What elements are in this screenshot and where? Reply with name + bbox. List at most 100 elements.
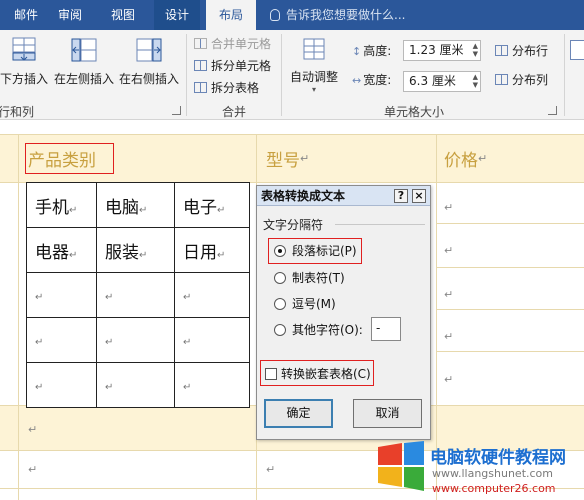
table-row: ↵ ↵ ↵ xyxy=(26,362,250,408)
insert-left-icon xyxy=(71,38,97,62)
radio-comma[interactable]: 逗号(M) xyxy=(274,296,336,312)
merge-cells-label: 合并单元格 xyxy=(211,37,272,51)
tab-review[interactable]: 审阅 xyxy=(50,0,90,30)
cell-size-launcher-icon[interactable] xyxy=(548,106,557,115)
nested-table: 手机↵ 电脑↵ 电子↵ 电器↵ 服装↵ 日用↵ ↵ ↵ ↵ ↵ ↵ ↵ ↵ ↵ … xyxy=(26,182,250,408)
insert-below-button[interactable]: 下方插入 xyxy=(0,36,52,87)
width-input[interactable]: 6.3 厘米 ▲ ▼ xyxy=(403,71,481,92)
table-border xyxy=(436,267,584,268)
radio-unselected-icon xyxy=(274,272,286,284)
insert-right-icon xyxy=(136,38,162,62)
radio-label: 逗号(M) xyxy=(292,297,336,311)
split-table-button[interactable]: 拆分表格 xyxy=(194,78,259,98)
table-row: 电器↵ 服装↵ 日用↵ xyxy=(26,227,250,273)
autofit-button[interactable]: 自动调整 ▾ xyxy=(286,36,342,94)
table-cell[interactable]: ↵ xyxy=(174,272,250,318)
table-cell[interactable]: ↵ xyxy=(96,272,175,318)
ok-button[interactable]: 确定 xyxy=(264,399,333,428)
paragraph-mark: ↵ xyxy=(105,337,114,348)
table-cell[interactable]: 服装↵ xyxy=(96,227,175,273)
rows-cols-launcher-icon[interactable] xyxy=(172,106,181,115)
autofit-icon xyxy=(303,38,325,60)
height-spinner-icon[interactable]: ▲ ▼ xyxy=(473,42,478,58)
paragraph-mark: ↵ xyxy=(444,201,454,214)
cell-text: 日用 xyxy=(183,242,217,263)
radio-tab[interactable]: 制表符(T) xyxy=(274,270,345,286)
table-cell[interactable]: ↵ xyxy=(174,317,250,363)
height-input[interactable]: 1.23 厘米 ▲ ▼ xyxy=(403,40,481,61)
header-cell-price[interactable]: 价格 xyxy=(444,146,478,171)
group-label-cell-size: 单元格大小 xyxy=(384,105,445,119)
tell-me-search[interactable]: 告诉我您想要做什么... xyxy=(270,0,405,30)
group-divider xyxy=(335,224,425,225)
table-cell[interactable]: ↵ xyxy=(26,362,97,408)
table-cell[interactable]: ↵ xyxy=(26,317,97,363)
table-cell[interactable]: ↵ xyxy=(26,272,97,318)
convert-table-to-text-dialog: 表格转换成文本 ? × 文字分隔符 段落标记(P) 制表符(T) 逗号(M) 其… xyxy=(256,185,431,440)
separator-group-label: 文字分隔符 xyxy=(263,218,324,232)
radio-paragraph-mark[interactable]: 段落标记(P) xyxy=(274,243,357,259)
split-cells-label: 拆分单元格 xyxy=(211,59,272,73)
split-cells-button[interactable]: 拆分单元格 xyxy=(194,56,271,76)
watermark-url: www.computer26.com xyxy=(432,482,556,495)
ribbon-separator xyxy=(564,34,565,116)
table-cell[interactable]: 电脑↵ xyxy=(96,182,175,228)
tab-view[interactable]: 视图 xyxy=(103,0,143,30)
table-row: ↵ ↵ ↵ xyxy=(26,317,250,363)
merge-cells-icon xyxy=(194,38,207,49)
table-cell[interactable]: 日用↵ xyxy=(174,227,250,273)
cancel-button[interactable]: 取消 xyxy=(353,399,422,428)
table-cell[interactable]: 手机↵ xyxy=(26,182,97,228)
paragraph-mark: ↵ xyxy=(183,292,192,303)
insert-left-button[interactable]: 在左侧插入 xyxy=(52,36,116,87)
table-cell[interactable]: ↵ xyxy=(96,362,175,408)
separator-group: 文字分隔符 xyxy=(263,216,425,233)
cell-text: 电脑 xyxy=(105,197,139,218)
insert-below-label: 下方插入 xyxy=(0,72,48,86)
ribbon-layout-panel: 下方插入 在左侧插入 在右侧插入 行和列 合并单元格 拆分单元格 拆分表格 合并 xyxy=(0,30,584,120)
paragraph-mark: ↵ xyxy=(444,330,454,343)
insert-below-icon xyxy=(12,37,36,61)
table-border xyxy=(436,309,584,310)
table-border xyxy=(436,351,584,352)
cell-text: 手机 xyxy=(35,197,69,218)
width-spinner-icon[interactable]: ▲ ▼ xyxy=(473,73,478,89)
radio-label: 其他字符(O): xyxy=(292,323,363,337)
close-button[interactable]: × xyxy=(412,189,426,203)
table-cell[interactable]: 电器↵ xyxy=(26,227,97,273)
paragraph-mark: ↵ xyxy=(105,382,114,393)
radio-label: 段落标记(P) xyxy=(292,244,357,258)
tab-layout[interactable]: 布局 xyxy=(206,0,256,30)
tab-mailings[interactable]: 邮件 xyxy=(6,0,46,30)
distribute-rows-icon xyxy=(495,45,508,56)
height-label-text: 高度: xyxy=(363,44,392,58)
radio-other-char[interactable]: 其他字符(O): xyxy=(274,322,363,338)
paragraph-mark: ↵ xyxy=(183,382,192,393)
table-cell[interactable]: ↵ xyxy=(174,362,250,408)
table-cell[interactable]: 电子↵ xyxy=(174,182,250,228)
distribute-rows-button[interactable]: 分布行 xyxy=(495,41,548,61)
ribbon-tab-bar: 邮件 审阅 视图 设计 布局 告诉我您想要做什么... xyxy=(0,0,584,30)
ribbon-overflow-icon[interactable] xyxy=(570,40,584,60)
distribute-cols-button[interactable]: 分布列 xyxy=(495,70,548,90)
other-char-input[interactable]: - xyxy=(371,317,401,341)
radio-unselected-icon xyxy=(274,324,286,336)
autofit-dropdown-icon: ▾ xyxy=(311,85,316,94)
header-cell-model[interactable]: 型号 xyxy=(266,146,300,171)
table-row: ↵ ↵ ↵ xyxy=(26,272,250,318)
help-button[interactable]: ? xyxy=(394,189,408,203)
radio-label: 制表符(T) xyxy=(292,271,345,285)
paragraph-mark: ↵ xyxy=(139,249,148,261)
insert-right-button[interactable]: 在右侧插入 xyxy=(117,36,181,87)
tab-design[interactable]: 设计 xyxy=(154,0,200,30)
convert-nested-checkbox[interactable]: 转换嵌套表格(C) xyxy=(265,366,371,382)
split-table-label: 拆分表格 xyxy=(211,81,260,95)
paragraph-mark: ↵ xyxy=(300,152,310,165)
paragraph-mark: ↵ xyxy=(28,463,38,476)
merge-cells-button[interactable]: 合并单元格 xyxy=(194,34,271,54)
paragraph-mark: ↵ xyxy=(35,337,44,348)
table-cell[interactable]: ↵ xyxy=(96,317,175,363)
paragraph-mark: ↵ xyxy=(478,152,488,165)
height-value: 1.23 厘米 xyxy=(409,43,464,57)
paragraph-mark: ↵ xyxy=(266,463,276,476)
